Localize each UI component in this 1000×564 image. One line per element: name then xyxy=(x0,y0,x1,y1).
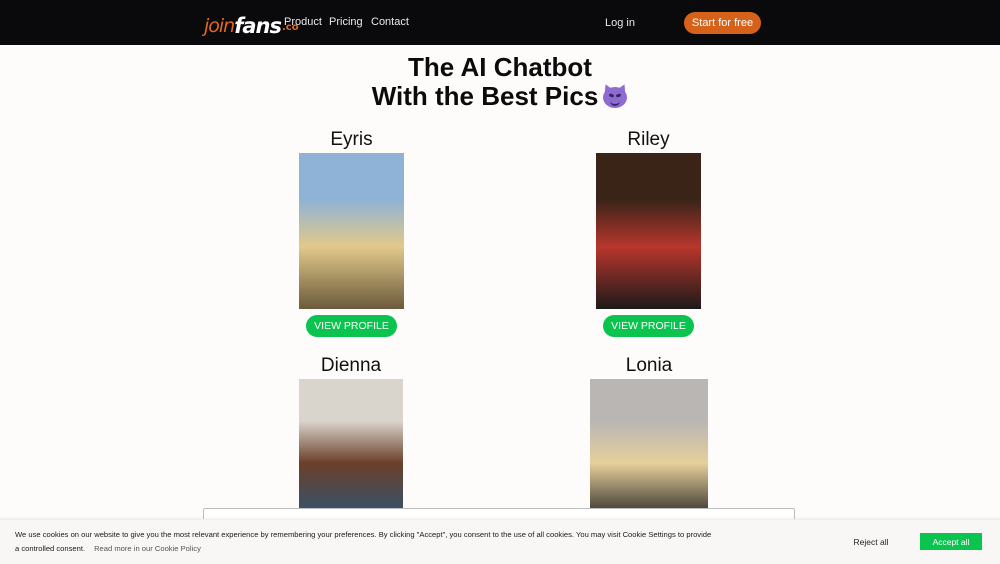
profile-photo[interactable] xyxy=(299,153,404,309)
profile-card: Riley VIEW PROFILE xyxy=(596,129,701,337)
nav-link-product[interactable]: Product xyxy=(284,16,322,28)
accept-all-button[interactable]: Accept all xyxy=(920,533,982,550)
logo-fans-text: fans xyxy=(234,14,282,38)
top-navbar: join fans .co Product Pricing Contact Lo… xyxy=(0,0,1000,45)
nav-link-pricing[interactable]: Pricing xyxy=(329,16,363,28)
hero-line-2: With the Best Pics xyxy=(0,82,1000,111)
profile-photo[interactable] xyxy=(299,379,403,519)
profile-card: Dienna xyxy=(299,355,403,519)
hero-heading: The AI Chatbot With the Best Pics xyxy=(0,53,1000,111)
profile-photo[interactable] xyxy=(596,153,701,309)
cookie-banner: We use cookies on our website to give yo… xyxy=(0,519,1000,564)
profile-name: Dienna xyxy=(320,355,382,376)
reject-all-button[interactable]: Reject all xyxy=(842,534,900,550)
profile-name: Riley xyxy=(627,129,670,150)
view-profile-button[interactable]: VIEW PROFILE xyxy=(306,315,397,337)
smiling-imp-emoji-icon xyxy=(602,82,629,108)
hero-line-1: The AI Chatbot xyxy=(408,52,592,82)
logo-join-text: join xyxy=(204,15,235,37)
start-for-free-button[interactable]: Start for free xyxy=(684,12,761,34)
profile-name: Lonia xyxy=(625,355,673,376)
nav-link-contact[interactable]: Contact xyxy=(371,16,409,28)
cookie-text: We use cookies on our website to give yo… xyxy=(15,528,715,555)
hero-line-2-text: With the Best Pics xyxy=(371,81,599,111)
profile-card: Eyris VIEW PROFILE xyxy=(299,129,404,337)
profile-photo[interactable] xyxy=(590,379,708,519)
login-link[interactable]: Log in xyxy=(605,17,635,29)
view-profile-button[interactable]: VIEW PROFILE xyxy=(603,315,694,337)
profile-card: Lonia xyxy=(590,355,708,519)
cookie-policy-link[interactable]: Read more in our Cookie Policy xyxy=(94,544,201,553)
profile-name: Eyris xyxy=(330,129,373,150)
